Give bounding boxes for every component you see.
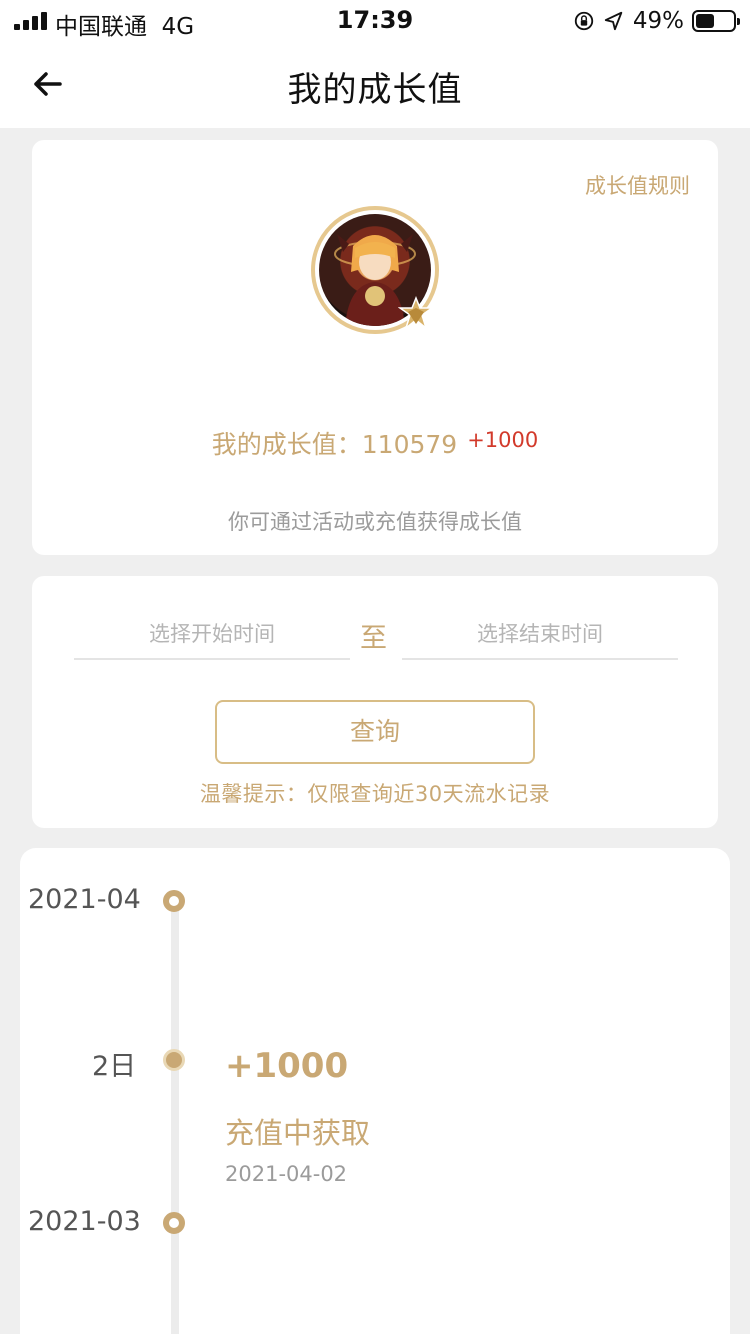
date-separator: 至 <box>360 623 387 654</box>
timeline-line <box>171 900 179 1334</box>
timeline-entry-amount: +1000 <box>225 1046 349 1086</box>
status-bar: 中国联通 4G 17:39 49% <box>0 0 750 40</box>
timeline-entry-date: 2021-04-02 <box>225 1162 348 1186</box>
timeline-month-dot <box>163 1212 185 1234</box>
query-tip: 温馨提示：仅限查询近30天流水记录 <box>199 782 551 806</box>
growth-value: 110579 <box>361 430 458 459</box>
nav-bar: 我的成长值 <box>0 40 750 128</box>
growth-hint: 你可通过活动或充值获得成长值 <box>228 510 522 534</box>
query-button[interactable]: 查询 <box>215 700 535 764</box>
timeline-month-dot <box>163 890 185 912</box>
growth-label: 我的成长值： <box>211 430 362 459</box>
location-arrow-icon <box>604 11 623 31</box>
status-right: 49% <box>573 7 740 35</box>
timeline-entry-source: 充值中获取 <box>225 1116 371 1150</box>
growth-delta: +1000 <box>467 428 539 452</box>
battery-fill <box>696 14 714 28</box>
query-card: 选择开始时间 至 选择结束时间 查询 温馨提示：仅限查询近30天流水记录 <box>32 576 718 828</box>
start-date-picker[interactable]: 选择开始时间 <box>74 616 350 660</box>
growth-value-line: 我的成长值：110579 +1000 <box>32 425 718 461</box>
growth-card: 成长值规则 我的成长值：110579 +1000 你可通过活动或充值获得成长值 <box>32 140 718 555</box>
timeline-month-label: 2021-04 <box>28 884 141 915</box>
battery-percent: 49% <box>632 8 684 34</box>
rotation-lock-icon <box>574 11 594 31</box>
page-title: 我的成长值 <box>287 70 463 110</box>
growth-rules-link[interactable]: 成长值规则 <box>585 170 690 200</box>
timeline-card: 2021-04 2日 +1000 充值中获取 2021-04-02 2021-0… <box>20 848 730 1334</box>
timeline-month-label: 2021-03 <box>28 1206 141 1237</box>
timeline-entry-dot <box>163 1049 185 1071</box>
timeline-day-label: 2日 <box>92 1051 137 1082</box>
level-badge-icon <box>398 296 434 331</box>
battery-icon <box>692 10 740 32</box>
end-date-picker[interactable]: 选择结束时间 <box>402 616 678 660</box>
